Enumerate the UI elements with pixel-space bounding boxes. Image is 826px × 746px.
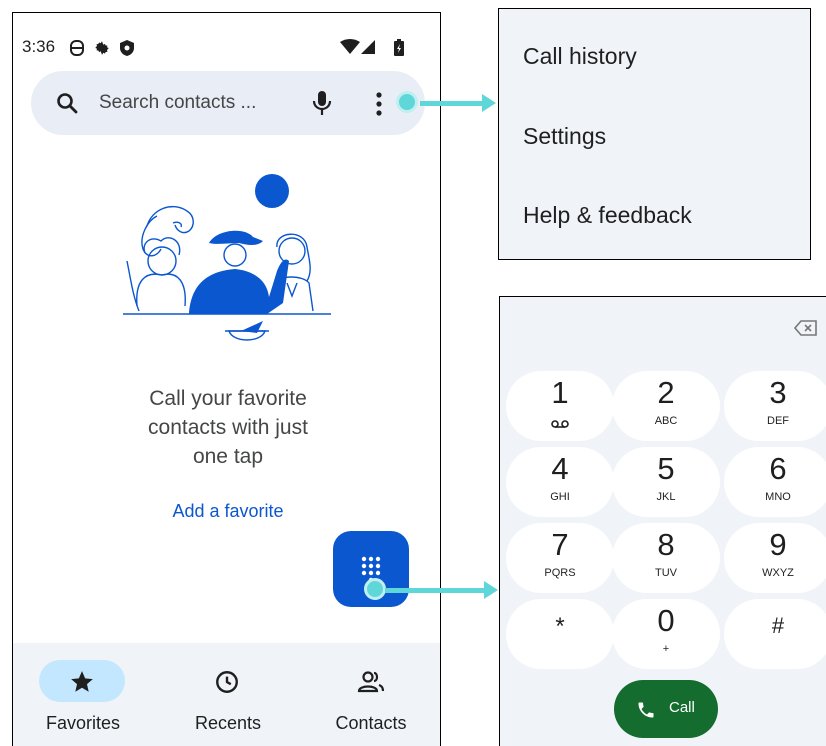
key-digit: 4	[551, 451, 569, 486]
key-letters: GHI	[550, 491, 570, 503]
key-letters: DEF	[767, 415, 789, 427]
voicemail-icon	[551, 420, 569, 428]
arrow-to-dialpad	[385, 588, 484, 593]
menu-item-help-feedback[interactable]: Help & feedback	[523, 202, 692, 229]
search-placeholder[interactable]: Search contacts ...	[99, 92, 256, 114]
key-star[interactable]: *	[506, 599, 614, 669]
key-digit: 5	[657, 451, 675, 486]
key-letters: TUV	[655, 567, 677, 579]
key-letters: PQRS	[544, 567, 576, 579]
star-icon	[71, 671, 93, 692]
people-icon	[357, 671, 385, 693]
gear-icon	[95, 41, 109, 55]
call-label: Call	[669, 699, 695, 716]
key-pound[interactable]: #	[724, 599, 826, 669]
nav-contacts-label: Contacts	[335, 713, 407, 733]
nav-recents[interactable]: Recents	[158, 643, 298, 746]
clock-icon	[216, 671, 238, 693]
nav-recents-label: Recents	[194, 713, 262, 733]
nav-favorites[interactable]: Favorites	[13, 643, 153, 746]
wifi-icon	[340, 39, 360, 54]
key-2[interactable]: 2 ABC	[612, 371, 720, 441]
signal-icon	[361, 40, 375, 54]
arrow-to-menu	[420, 101, 482, 106]
key-9[interactable]: 9 WXYZ	[724, 523, 826, 593]
phone-screen: 3:36 Search contacts ... Call your favor…	[12, 12, 441, 746]
dialpad-panel: 1 2 ABC 3 DEF 4 GHI 5 JKL 6 MNO 7 PQRS 8…	[499, 296, 826, 746]
nav-contacts[interactable]: Contacts	[301, 643, 440, 746]
add-favorite-link[interactable]: Add a favorite	[73, 501, 383, 522]
key-0[interactable]: 0 +	[612, 599, 720, 669]
menu-item-settings[interactable]: Settings	[523, 123, 606, 150]
key-digit: 8	[657, 527, 675, 562]
empty-message-line-2: contacts with just	[148, 416, 308, 439]
empty-message-line-1: Call your favorite	[149, 387, 307, 410]
nav-favorites-label: Favorites	[45, 713, 121, 733]
key-letters: WXYZ	[762, 567, 794, 579]
key-letters: MNO	[765, 491, 791, 503]
search-icon	[57, 93, 78, 114]
key-digit: #	[771, 613, 785, 638]
arrow-head	[482, 94, 496, 112]
key-6[interactable]: 6 MNO	[724, 447, 826, 517]
assistant-icon	[70, 40, 84, 56]
search-bar[interactable]: Search contacts ...	[31, 71, 425, 135]
key-digit: 7	[551, 527, 569, 562]
favorites-illustration	[123, 174, 331, 341]
key-letters: +	[662, 643, 670, 655]
backspace-icon[interactable]	[794, 319, 818, 337]
key-digit: 2	[657, 375, 675, 410]
status-time: 3:36	[22, 37, 56, 56]
overflow-menu: Call history Settings Help & feedback	[498, 8, 811, 260]
key-letters: ABC	[654, 415, 678, 427]
battery-icon	[394, 39, 404, 56]
key-4[interactable]: 4 GHI	[506, 447, 614, 517]
tap-indicator	[396, 91, 418, 113]
menu-item-call-history[interactable]: Call history	[523, 43, 637, 70]
key-5[interactable]: 5 JKL	[612, 447, 720, 517]
favorites-empty-message: Call your favorite contacts with just on…	[73, 384, 383, 471]
empty-message-line-3: one tap	[192, 445, 264, 468]
key-8[interactable]: 8 TUV	[612, 523, 720, 593]
key-digit: 6	[769, 451, 787, 486]
key-digit: *	[555, 613, 565, 640]
call-button[interactable]: Call	[614, 680, 718, 738]
key-digit: 9	[769, 527, 787, 562]
key-3[interactable]: 3 DEF	[724, 371, 826, 441]
phone-icon	[638, 702, 654, 718]
key-digit: 1	[551, 375, 569, 410]
status-bar: 3:36	[13, 13, 440, 57]
key-1[interactable]: 1	[506, 371, 614, 441]
shield-icon	[120, 40, 134, 56]
key-digit: 0	[657, 603, 675, 638]
arrow-head	[484, 581, 498, 599]
microphone-icon[interactable]	[312, 89, 332, 117]
key-7[interactable]: 7 PQRS	[506, 523, 614, 593]
key-digit: 3	[769, 375, 787, 410]
key-letters: JKL	[656, 491, 676, 503]
more-options-icon[interactable]	[374, 91, 390, 117]
tap-indicator	[364, 578, 386, 600]
bottom-navigation: Favorites Recents Contacts	[13, 643, 440, 746]
